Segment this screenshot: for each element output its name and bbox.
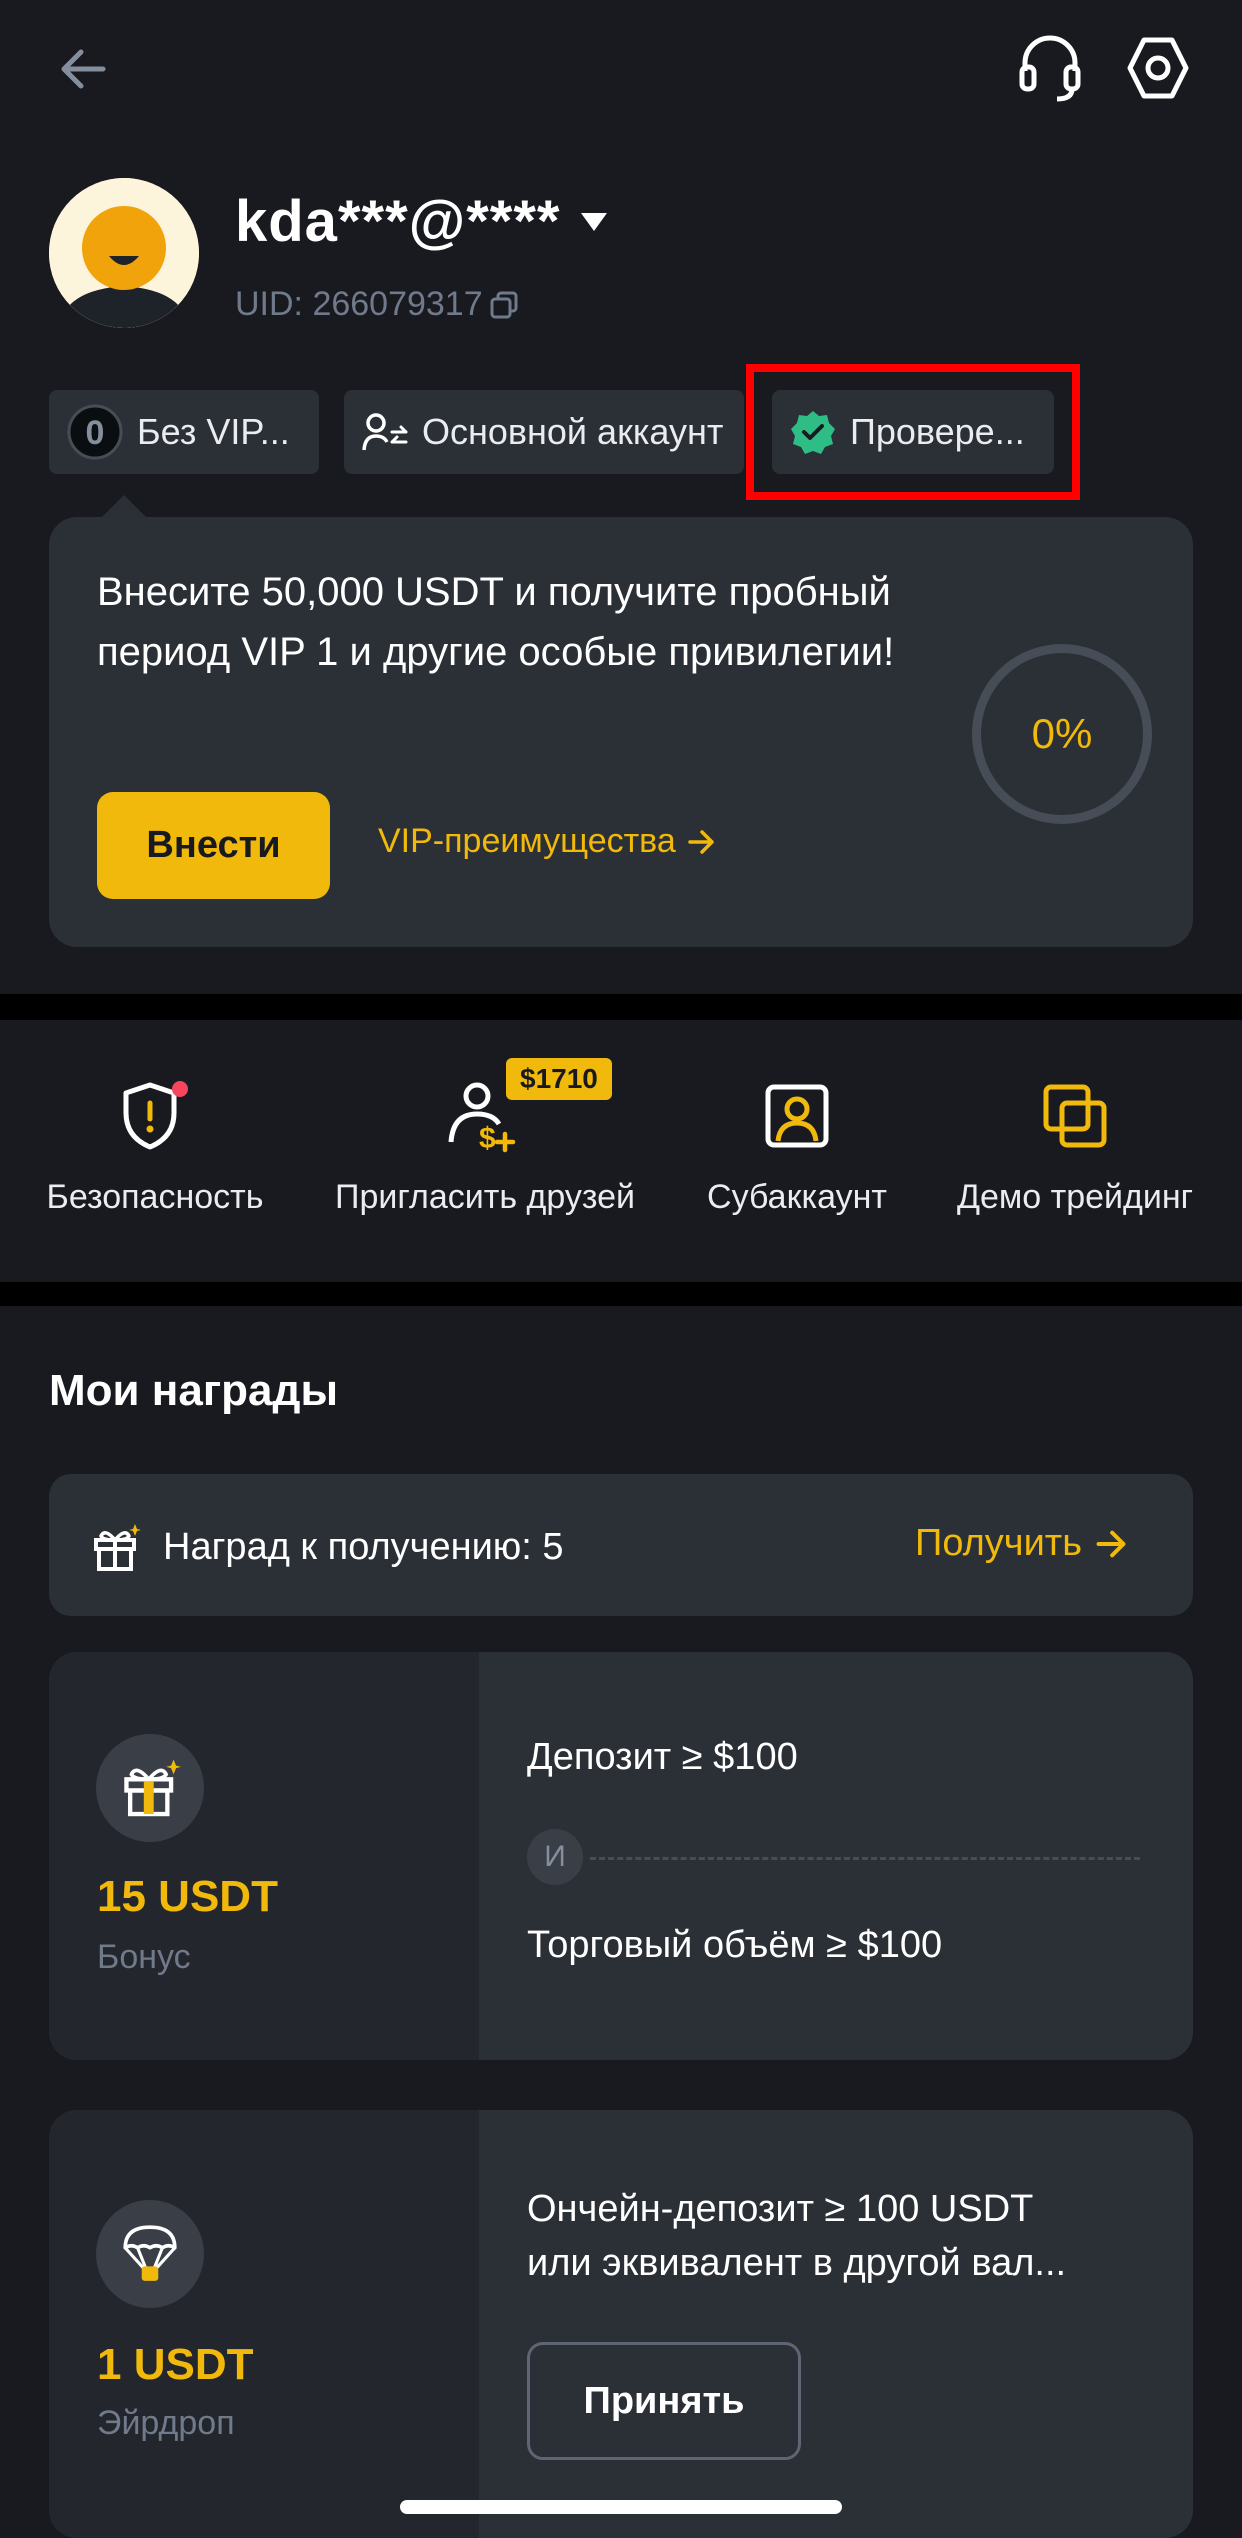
invite-friends-label: Пригласить друзей	[335, 1178, 635, 1216]
vip-chip-label: Без VIP...	[137, 411, 290, 452]
security-action[interactable]: Безопасность	[10, 1076, 300, 1217]
avatar[interactable]	[49, 178, 199, 328]
rewards-title: Мои награды	[49, 1366, 339, 1415]
gift-icon	[124, 1759, 181, 1817]
highlight-box	[746, 364, 1080, 500]
gift-icon	[94, 1524, 141, 1571]
vip-progress-ring: 0%	[972, 644, 1152, 824]
reward-type: Бонус	[97, 1938, 191, 1976]
headset-icon	[1019, 35, 1081, 102]
avatar-face-icon	[49, 178, 199, 328]
bonus-icon-circle	[96, 1734, 204, 1842]
subaccount-label: Субаккаунт	[707, 1178, 887, 1216]
reward-condition-1: Депозит ≥ $100	[527, 1736, 798, 1778]
demo-trading-icon	[1043, 1084, 1107, 1148]
shield-alert-icon	[123, 1081, 188, 1150]
pending-rewards-row: Наград к получению: 5	[91, 1522, 564, 1572]
promo-pointer	[100, 495, 148, 519]
support-button[interactable]	[1012, 30, 1088, 106]
reward-card-bonus	[49, 1652, 1193, 2060]
reward-amount: 15 USDT	[97, 1872, 278, 1921]
user-switch-icon	[362, 413, 408, 451]
subaccount-action[interactable]: Субаккаунт	[652, 1076, 942, 1217]
vip-chip[interactable]: 0 Без VIP...	[49, 390, 319, 474]
arrow-right-icon	[1096, 1530, 1126, 1557]
connector-line	[590, 1857, 1140, 1860]
and-connector: И	[527, 1829, 583, 1885]
reward-condition-1: Ончейн-депозит ≥ 100 USDT	[527, 2188, 1034, 2230]
vip-progress-label: 0%	[1031, 710, 1093, 757]
reward-amount: 1 USDT	[97, 2340, 254, 2389]
vip-level-icon: 0	[67, 404, 123, 460]
demo-trading-action[interactable]: Демо трейдинг	[930, 1076, 1220, 1217]
copy-icon[interactable]	[489, 290, 519, 320]
invite-reward-badge: $1710	[506, 1058, 612, 1100]
deposit-button[interactable]: Внести	[97, 792, 330, 899]
reward-card-airdrop	[49, 2110, 1193, 2538]
vip-benefits-link[interactable]: VIP-преимущества	[378, 822, 716, 861]
reward-type: Эйрдроп	[97, 2404, 235, 2442]
settings-button[interactable]	[1120, 30, 1196, 106]
reward-card-left-panel	[49, 2110, 479, 2538]
security-label: Безопасность	[46, 1178, 264, 1216]
reward-condition-2: Торговый объём ≥ $100	[527, 1924, 943, 1966]
pending-rewards-label: Наград к получению: 5	[163, 1525, 564, 1568]
promo-text: Внесите 50,000 USDT и получите пробный п…	[97, 570, 895, 674]
back-button[interactable]	[50, 36, 116, 102]
arrow-right-icon	[688, 829, 714, 854]
svg-text:$: $	[479, 1122, 496, 1154]
uid-row: UID: 266079317	[235, 285, 519, 324]
get-rewards-link[interactable]: Получить	[915, 1522, 1128, 1565]
uid-text: UID: 266079317	[235, 285, 483, 323]
username-text: kda***@****	[235, 189, 561, 254]
accept-button[interactable]: Принять	[527, 2342, 801, 2460]
account-chip-label: Основной аккаунт	[422, 411, 724, 452]
caret-down-icon	[580, 212, 607, 231]
vip-benefits-label: VIP-преимущества	[378, 822, 676, 860]
airdrop-icon-circle	[96, 2200, 204, 2308]
demo-trading-label: Демо трейдинг	[956, 1178, 1194, 1216]
parachute-icon	[123, 2225, 177, 2281]
subaccount-icon	[765, 1084, 829, 1148]
home-indicator	[400, 2500, 842, 2514]
get-rewards-label: Получить	[915, 1522, 1083, 1564]
gear-hex-icon	[1127, 37, 1189, 99]
arrow-left-icon	[61, 49, 106, 89]
vip-level-number: 0	[86, 414, 105, 452]
reward-condition-2: или эквивалент в другой вал...	[527, 2242, 1067, 2284]
reward-card-left-panel	[49, 1652, 479, 2060]
account-chip[interactable]: Основной аккаунт	[344, 390, 744, 474]
username[interactable]: kda***@****	[235, 188, 609, 255]
